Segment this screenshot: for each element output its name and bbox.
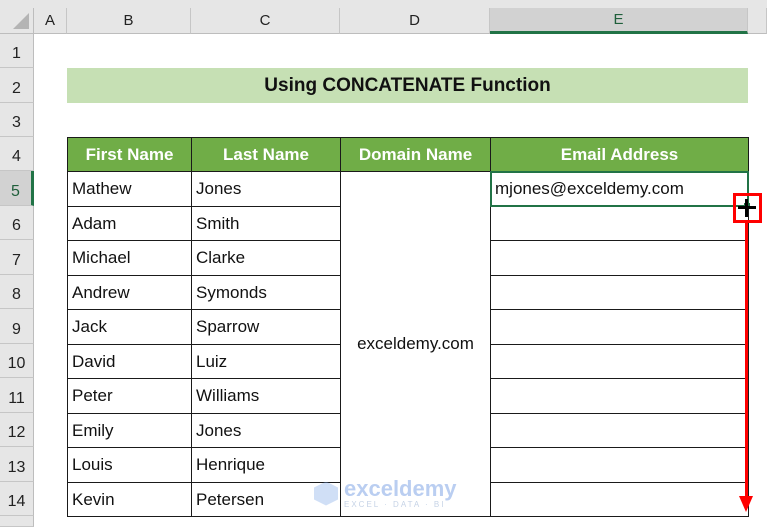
cell-first-name[interactable]: Adam (67, 206, 192, 241)
cell-first-name[interactable]: David (67, 344, 192, 379)
select-all-button[interactable] (0, 8, 34, 34)
top-strip (0, 0, 767, 8)
drag-arrow-line (745, 223, 748, 498)
row-header-2[interactable]: 2 (0, 68, 34, 103)
header-email-address[interactable]: Email Address (490, 137, 749, 172)
row-header-8[interactable]: 8 (0, 275, 34, 309)
row-header-3[interactable]: 3 (0, 103, 34, 137)
column-header-e[interactable]: E (490, 8, 748, 34)
cell-email-address[interactable] (490, 240, 749, 276)
column-header-c[interactable]: C (191, 8, 340, 34)
cell-domain-name-merged[interactable]: exceldemy.com (340, 171, 491, 517)
column-header-filler (748, 8, 767, 34)
cell-last-name[interactable]: Jones (191, 413, 341, 448)
cell-email-address[interactable] (490, 413, 749, 448)
watermark: exceldemy EXCEL · DATA · BI (312, 478, 457, 509)
row-header-4[interactable]: 4 (0, 137, 34, 171)
cell-last-name[interactable]: Clarke (191, 240, 341, 276)
row-header-5[interactable]: 5 (0, 171, 34, 206)
row-header-11[interactable]: 11 (0, 378, 34, 413)
watermark-brand: exceldemy (344, 476, 457, 501)
row-header-15[interactable] (0, 516, 34, 527)
select-all-icon (13, 13, 29, 29)
column-header-b[interactable]: B (67, 8, 191, 34)
cell-first-name[interactable]: Kevin (67, 482, 192, 517)
cell-last-name[interactable]: Smith (191, 206, 341, 241)
cell-first-name[interactable]: Mathew (67, 171, 192, 207)
cell-first-name[interactable]: Andrew (67, 275, 192, 310)
row-header-10[interactable]: 10 (0, 344, 34, 378)
cell-email-address[interactable] (490, 482, 749, 517)
row-header-13[interactable]: 13 (0, 447, 34, 482)
row-header-14[interactable]: 14 (0, 482, 34, 516)
row-header-9[interactable]: 9 (0, 309, 34, 344)
exceldemy-logo-icon (312, 479, 340, 509)
row-header-12[interactable]: 12 (0, 413, 34, 447)
cell-last-name[interactable]: Sparrow (191, 309, 341, 345)
cell-first-name[interactable]: Peter (67, 378, 192, 414)
cell-last-name[interactable]: Luiz (191, 344, 341, 379)
header-domain-name[interactable]: Domain Name (340, 137, 491, 172)
cell-email-address[interactable] (490, 378, 749, 414)
cell-last-name[interactable]: Symonds (191, 275, 341, 310)
row-header-6[interactable]: 6 (0, 206, 34, 240)
sheet-title: Using CONCATENATE Function (67, 68, 748, 103)
crosshair-cursor-icon-vertical (745, 199, 748, 217)
cell-email-address[interactable] (490, 275, 749, 310)
cell-email-address[interactable] (490, 309, 749, 345)
cell-first-name[interactable]: Jack (67, 309, 192, 345)
cell-email-address[interactable]: mjones@exceldemy.com (490, 171, 749, 207)
column-header-d[interactable]: D (340, 8, 490, 34)
cell-email-address[interactable] (490, 344, 749, 379)
cell-first-name[interactable]: Louis (67, 447, 192, 483)
cell-last-name[interactable]: Jones (191, 171, 341, 207)
column-header-a[interactable]: A (34, 8, 67, 34)
row-header-1[interactable]: 1 (0, 34, 34, 68)
header-first-name[interactable]: First Name (67, 137, 192, 172)
watermark-tagline: EXCEL · DATA · BI (344, 500, 446, 509)
cell-first-name[interactable]: Michael (67, 240, 192, 276)
cell-email-address[interactable] (490, 206, 749, 241)
row-header-7[interactable]: 7 (0, 240, 34, 275)
cell-first-name[interactable]: Emily (67, 413, 192, 448)
drag-arrow-head-icon (739, 496, 753, 512)
cell-last-name[interactable]: Williams (191, 378, 341, 414)
cell-email-address[interactable] (490, 447, 749, 483)
header-last-name[interactable]: Last Name (191, 137, 341, 172)
